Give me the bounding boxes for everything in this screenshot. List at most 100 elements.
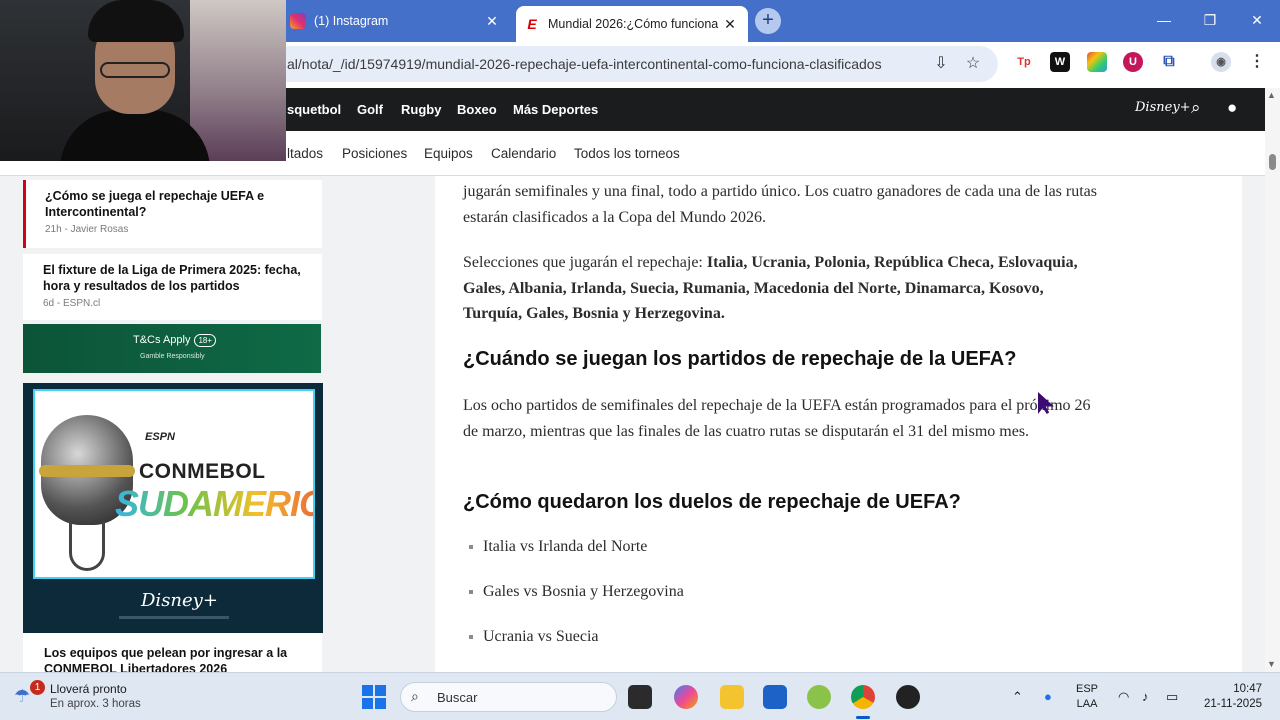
new-tab-button[interactable]: + — [755, 8, 781, 34]
sidebar-story-meta: 6d - ESPN.cl — [43, 298, 101, 309]
chrome-icon[interactable] — [851, 685, 875, 709]
nav-rugby[interactable]: Rugby — [401, 102, 441, 117]
minimize-button[interactable]: — — [1149, 8, 1179, 32]
ad-gamble-text: Gamble Responsibly — [140, 353, 205, 360]
extension-w-icon[interactable]: W — [1050, 52, 1070, 72]
ad-banner[interactable]: T&Cs Apply 18+ Gamble Responsibly — [23, 324, 321, 373]
subnav-todos-los-torneos[interactable]: Todos los torneos — [574, 146, 680, 161]
list-item-text: Ucrania vs Suecia — [483, 628, 599, 645]
subnav-calendario[interactable]: Calendario — [491, 146, 556, 161]
scroll-down-icon[interactable]: ▼ — [1267, 659, 1276, 669]
subnav-posiciones[interactable]: Posiciones — [342, 146, 407, 161]
file-explorer-icon[interactable] — [720, 685, 744, 709]
extension-u-icon[interactable]: U — [1123, 52, 1143, 72]
star-icon[interactable]: ☆ — [964, 55, 982, 73]
subnav-resultados[interactable]: ltados — [287, 146, 323, 161]
search-icon[interactable]: ⌕ — [1191, 98, 1201, 118]
ad-tc-text: T&Cs Apply 18+ — [133, 334, 217, 347]
chevron-up-icon[interactable]: ⌃ — [1012, 689, 1023, 705]
language-indicator[interactable]: ESP LAA — [1076, 682, 1098, 712]
active-app-indicator — [856, 716, 870, 719]
sidebar-story-meta: 21h - Javier Rosas — [45, 224, 129, 235]
close-icon[interactable]: ✕ — [720, 16, 740, 33]
sidebar-story-repechaje[interactable]: ¿Cómo se juega el repechaje UEFA e Inter… — [23, 180, 322, 248]
webcam-overlay — [0, 0, 286, 161]
scroll-thumb[interactable] — [1269, 154, 1276, 170]
subnav-equipos[interactable]: Equipos — [424, 146, 473, 161]
install-icon[interactable]: ⇩ — [932, 55, 950, 73]
list-item: Gales vs Bosnia y Herzegovina — [469, 583, 684, 601]
promo-sudamericana-text: SUDAMERICANA — [115, 483, 313, 525]
search-placeholder: Buscar — [437, 690, 478, 705]
windows-taskbar: ☂ 1 Lloverá pronto En aprox. 3 horas ⌕ B… — [0, 672, 1280, 720]
bullet-icon — [469, 545, 473, 550]
heading-text: ¿Cómo quedaron los duelos de repechaje d… — [463, 491, 961, 513]
trophy-stem — [69, 521, 105, 571]
address-bar[interactable]: al/nota/_/id/15974919/mundial-2026-repec… — [270, 46, 998, 82]
sidebar-story-fixture[interactable]: El fixture de la Liga de Primera 2025: f… — [23, 254, 322, 320]
disney-plus-logo[interactable]: Disney+ — [1135, 100, 1191, 115]
list-item: Italia vs Irlanda del Norte — [469, 538, 647, 556]
start-button[interactable] — [362, 685, 386, 709]
volume-icon[interactable]: ♪ — [1142, 689, 1149, 704]
conmebol-sudamericana-promo[interactable]: ESPN CONMEBOL SUDAMERICANA Disney+ — [23, 383, 323, 633]
article-paragraph: jugarán semifinales y una final, todo a … — [463, 179, 1103, 230]
list-item-text: Gales vs Bosnia y Herzegovina — [483, 583, 684, 600]
weather-title[interactable]: Lloverá pronto — [50, 682, 127, 696]
paragraph-lead: Selecciones que jugarán el repechaje: — [463, 254, 707, 271]
url-text: al/nota/_/id/15974919/mundial-2026-repec… — [287, 56, 882, 72]
recycle-app-icon[interactable] — [807, 685, 831, 709]
article-heading: ¿Cómo quedaron los duelos de repechaje d… — [463, 491, 1103, 514]
tab-espn-article[interactable]: E Mundial 2026:¿Cómo funciona ✕ — [516, 6, 748, 42]
nav-golf[interactable]: Golf — [357, 102, 383, 117]
close-window-button[interactable]: ✕ — [1242, 8, 1272, 32]
maximize-button[interactable]: ❐ — [1195, 8, 1225, 32]
article-paragraph-text: Los ocho partidos de semifinales del rep… — [463, 397, 1091, 440]
sidebar-story-title: El fixture de la Liga de Primera 2025: f… — [43, 263, 301, 293]
wifi-icon[interactable]: ◠ — [1118, 689, 1129, 705]
weather-subtitle[interactable]: En aprox. 3 horas — [50, 698, 141, 710]
page-scrollbar[interactable]: ▲ ▼ — [1265, 88, 1280, 672]
sidebar-story-libertadores[interactable]: Los equipos que pelean por ingresar a la… — [23, 633, 322, 676]
article-paragraph-text: jugarán semifinales y una final, todo a … — [463, 183, 1097, 226]
sidebar-story-title: ¿Cómo se juega el repechaje UEFA e Inter… — [45, 189, 265, 219]
promo-conmebol-text: CONMEBOL — [139, 460, 266, 483]
webcam-background — [190, 0, 286, 161]
notification-badge: 1 — [30, 680, 45, 695]
battery-icon[interactable]: ▭ — [1166, 689, 1178, 705]
obs-icon[interactable] — [896, 685, 920, 709]
clock-date: 21-11-2025 — [1204, 698, 1262, 710]
webcam-person-cap — [88, 0, 184, 42]
tab-title: Mundial 2026:¿Cómo funciona — [548, 17, 719, 31]
disney-plus-logo: Disney+ — [141, 590, 218, 611]
keyboard-layout: LAA — [1076, 698, 1098, 710]
tab-instagram[interactable]: (1) Instagram ✕ — [286, 7, 510, 35]
close-icon[interactable]: ✕ — [482, 13, 502, 30]
nav-basquetbol[interactable]: squetbol — [287, 102, 341, 117]
clock-time: 10:47 — [1233, 683, 1262, 695]
profile-avatar-icon[interactable]: ◉ — [1211, 52, 1231, 72]
nav-mas-deportes[interactable]: Más Deportes — [513, 102, 598, 117]
extension-tp-icon[interactable]: Tp — [1014, 52, 1034, 72]
ad-tc-label: T&Cs Apply — [133, 334, 191, 346]
system-clock[interactable]: 10:47 21-11-2025 — [1196, 682, 1262, 712]
extensions-puzzle-icon[interactable]: ⧉ — [1159, 52, 1179, 72]
trophy-band — [39, 465, 135, 477]
search-icon: ⌕ — [411, 688, 419, 704]
menu-dots-icon[interactable]: ⋮ — [1247, 52, 1267, 72]
taskbar-search[interactable]: ⌕ Buscar — [400, 682, 617, 712]
microphone-icon[interactable]: ● — [1044, 689, 1052, 704]
task-view-icon[interactable] — [628, 685, 652, 709]
nav-boxeo[interactable]: Boxeo — [457, 102, 497, 117]
webcam-person-body — [60, 110, 210, 161]
scroll-up-icon[interactable]: ▲ — [1267, 90, 1276, 100]
copilot-icon[interactable] — [674, 685, 698, 709]
instagram-icon — [290, 13, 306, 29]
espn-icon: E — [524, 16, 540, 32]
user-icon[interactable]: ● — [1227, 98, 1237, 118]
azure-app-icon[interactable] — [763, 685, 787, 709]
age-badge: 18+ — [194, 334, 217, 347]
bullet-icon — [469, 590, 473, 595]
extension-color-icon[interactable] — [1087, 52, 1107, 72]
list-item: Ucrania vs Suecia — [469, 628, 599, 646]
